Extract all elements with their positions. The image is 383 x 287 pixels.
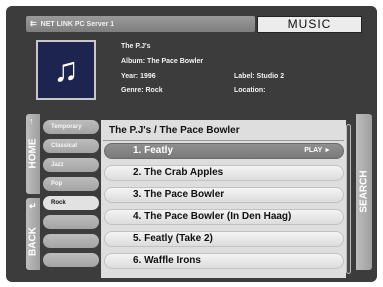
- artist-name: The P.J's: [121, 43, 151, 50]
- list-title: The P.J's / The Pace Bowler: [109, 125, 240, 136]
- search-label: SEARCH: [358, 170, 370, 213]
- server-name: NET LINK PC Server 1: [40, 21, 115, 28]
- genre-tab[interactable]: [43, 215, 99, 229]
- location-info: Location:: [234, 87, 266, 94]
- home-label: HOME: [27, 138, 39, 169]
- year-info: Year: 1996: [121, 73, 156, 80]
- up-arrow-icon: ↑: [29, 116, 34, 126]
- track-row[interactable]: 2. The Crab Apples: [104, 165, 344, 181]
- track-row[interactable]: 4. The Pace Bowler (In Den Haag): [104, 209, 344, 225]
- return-arrow-icon: ↵: [29, 201, 37, 211]
- scrollbar[interactable]: [346, 124, 351, 274]
- search-button[interactable]: SEARCH: [356, 114, 372, 270]
- back-button[interactable]: ↵ BACK: [26, 198, 40, 270]
- mode-label: MUSIC: [257, 16, 362, 33]
- label-info: Label: Studio 2: [234, 73, 285, 80]
- genre-tab[interactable]: Jazz: [43, 158, 99, 172]
- music-note-icon: ♫: [53, 51, 79, 89]
- album-info: Album: The Pace Bowler: [121, 58, 204, 65]
- genre-tab[interactable]: [43, 253, 99, 267]
- music-browser-screen: ⇇ NET LINK PC Server 1 MUSIC ♫ The P.J's…: [6, 6, 377, 282]
- album-art: ♫: [36, 40, 96, 100]
- track-title: 6. Waffle Irons: [133, 255, 201, 266]
- genre-info: Genre: Rock: [121, 87, 163, 94]
- track-title: 2. The Crab Apples: [133, 167, 224, 178]
- genre-tab[interactable]: Temporary: [43, 120, 99, 134]
- server-bar: ⇇ NET LINK PC Server 1: [26, 16, 255, 32]
- genre-tab[interactable]: Pop: [43, 177, 99, 191]
- track-row[interactable]: 6. Waffle Irons: [104, 253, 344, 269]
- track-row[interactable]: 1. Featly PLAY ►: [104, 143, 344, 159]
- home-button[interactable]: ↑ HOME: [26, 114, 40, 194]
- track-row[interactable]: 5. Featly (Take 2): [104, 231, 344, 247]
- divider: [103, 140, 344, 141]
- back-label: BACK: [27, 227, 39, 256]
- genre-tab[interactable]: Classical: [43, 139, 99, 153]
- track-title: 4. The Pace Bowler (In Den Haag): [133, 211, 292, 222]
- track-row[interactable]: 3. The Pace Bowler: [104, 187, 344, 203]
- genre-tab[interactable]: [43, 234, 99, 248]
- network-icon: ⇇: [30, 19, 37, 28]
- track-title: 5. Featly (Take 2): [133, 233, 213, 244]
- track-title: 1. Featly: [133, 145, 174, 156]
- play-label[interactable]: PLAY ►: [304, 144, 331, 158]
- genre-tab[interactable]: Rock: [43, 196, 99, 210]
- track-title: 3. The Pace Bowler: [133, 189, 225, 200]
